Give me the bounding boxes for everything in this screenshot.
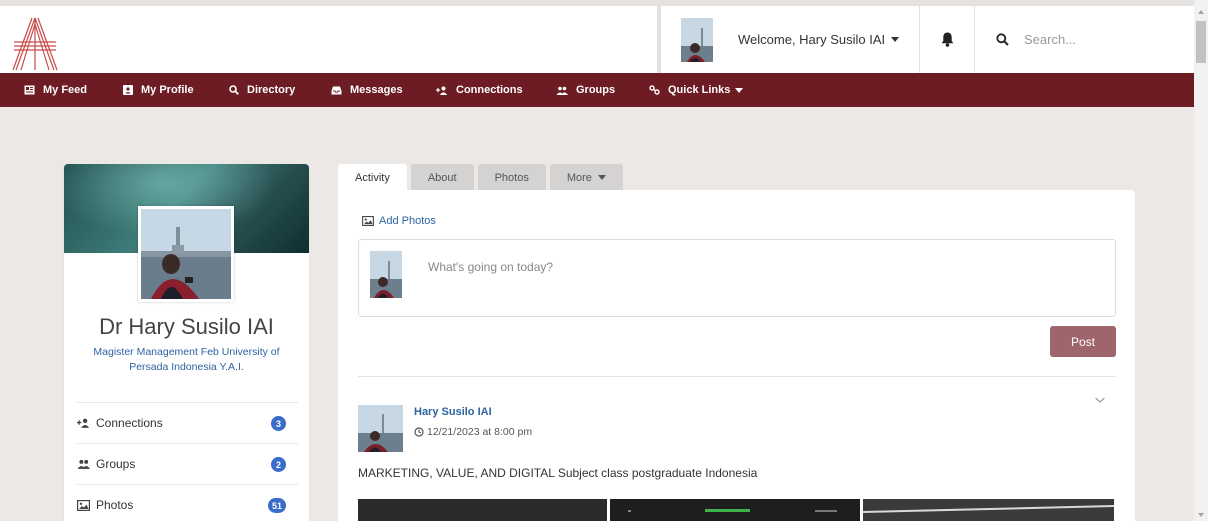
post-image[interactable] — [610, 499, 860, 521]
nav-my-profile[interactable]: My Profile — [123, 73, 194, 107]
user-menu[interactable]: Welcome, Hary Susilo IAI — [657, 6, 919, 73]
search-input[interactable] — [1024, 32, 1174, 47]
tab-more[interactable]: More — [549, 164, 623, 191]
count-badge: 51 — [267, 498, 286, 513]
post-image[interactable] — [358, 499, 607, 521]
nav-label: Quick Links — [668, 84, 731, 96]
nav-groups[interactable]: Groups — [556, 73, 615, 107]
tab-label: Activity — [355, 171, 390, 184]
count-badge: 3 — [271, 416, 286, 431]
side-item-label: Photos — [96, 498, 134, 512]
scrollbar-thumb[interactable] — [1196, 21, 1206, 63]
chevron-down-icon[interactable] — [1094, 396, 1106, 404]
chevron-down-icon — [735, 87, 744, 93]
scroll-up-arrow-icon[interactable] — [1198, 10, 1204, 14]
post-image-grid — [358, 499, 1114, 521]
profile-stats-list: Connections 3 Groups 2 Photos 51 — [77, 402, 298, 521]
bell-icon — [941, 32, 953, 47]
tab-label: About — [427, 171, 457, 184]
profile-photo[interactable] — [138, 206, 234, 302]
tab-about[interactable]: About — [410, 164, 474, 191]
page-scrollbar[interactable] — [1194, 0, 1208, 521]
top-header: Welcome, Hary Susilo IAI — [0, 0, 1194, 73]
notifications-button[interactable] — [919, 6, 975, 73]
nav-my-feed[interactable]: My Feed — [24, 73, 87, 107]
nav-label: Groups — [576, 84, 616, 96]
image-icon — [77, 499, 90, 511]
tab-photos[interactable]: Photos — [477, 164, 546, 191]
id-card-icon — [123, 85, 133, 95]
tab-label: More — [566, 171, 592, 184]
search-icon — [996, 33, 1009, 46]
post-button[interactable]: Post — [1050, 326, 1116, 357]
scroll-down-arrow-icon[interactable] — [1198, 513, 1204, 517]
link-icon — [649, 85, 660, 95]
welcome-text[interactable]: Welcome, Hary Susilo IAI — [738, 32, 900, 47]
search-icon — [229, 85, 239, 95]
nav-label: Messages — [350, 84, 403, 96]
inbox-icon — [331, 86, 342, 94]
add-photos-label: Add Photos — [379, 215, 436, 227]
nav-connections[interactable]: Connections — [436, 73, 523, 107]
post-author-link[interactable]: Hary Susilo IAI — [414, 406, 492, 418]
tab-label: Photos — [494, 171, 529, 184]
profile-name: Dr Hary Susilo IAI — [99, 314, 274, 339]
users-icon — [77, 459, 90, 469]
post-image[interactable] — [863, 499, 1114, 521]
nav-label: My Feed — [43, 84, 88, 96]
side-item-label: Connections — [96, 416, 163, 430]
clock-icon — [414, 427, 424, 437]
add-photos-link[interactable]: Add Photos — [362, 215, 436, 227]
user-plus-icon — [436, 86, 448, 95]
feed-icon — [24, 85, 35, 95]
nav-label: Connections — [456, 84, 523, 96]
image-icon — [362, 216, 374, 226]
user-plus-icon — [77, 418, 90, 428]
nav-label: Directory — [247, 84, 296, 96]
divider — [358, 376, 1116, 377]
post-timestamp: 12/21/2023 at 8:00 pm — [414, 426, 532, 438]
nav-messages[interactable]: Messages — [331, 73, 403, 107]
chevron-down-icon — [597, 175, 606, 180]
chevron-down-icon — [891, 37, 900, 42]
profile-tabs: Activity About Photos More — [338, 164, 627, 191]
search-box[interactable] — [976, 6, 1194, 73]
count-badge: 2 — [271, 457, 286, 472]
tab-activity[interactable]: Activity — [338, 164, 407, 191]
activity-feed: Add Photos What's going on today? Post H… — [338, 190, 1135, 521]
nav-directory[interactable]: Directory — [229, 73, 295, 107]
profile-card: Dr Hary Susilo IAI Magister Management F… — [64, 164, 309, 521]
profile-subtitle[interactable]: Magister Management Feb University of Pe… — [78, 345, 295, 375]
composer-placeholder[interactable]: What's going on today? — [428, 260, 553, 274]
post-time-label: 12/21/2023 at 8:00 pm — [427, 426, 533, 438]
avatar[interactable] — [358, 405, 403, 452]
avatar — [370, 251, 402, 298]
side-item-connections[interactable]: Connections 3 — [77, 402, 298, 443]
main-nav: My Feed My Profile Directory Messages Co… — [0, 73, 1194, 107]
nav-quick-links[interactable]: Quick Links — [649, 73, 744, 107]
side-item-groups[interactable]: Groups 2 — [77, 443, 298, 484]
status-composer[interactable]: What's going on today? — [358, 239, 1116, 317]
side-item-label: Groups — [96, 457, 136, 471]
nav-label: My Profile — [141, 84, 194, 96]
welcome-label: Welcome, Hary Susilo IAI — [738, 32, 886, 47]
side-item-photos[interactable]: Photos 51 — [77, 484, 298, 521]
post-text: MARKETING, VALUE, AND DIGITAL Subject cl… — [358, 466, 758, 480]
users-icon — [556, 86, 568, 95]
site-logo[interactable] — [12, 16, 58, 72]
avatar — [681, 17, 713, 62]
